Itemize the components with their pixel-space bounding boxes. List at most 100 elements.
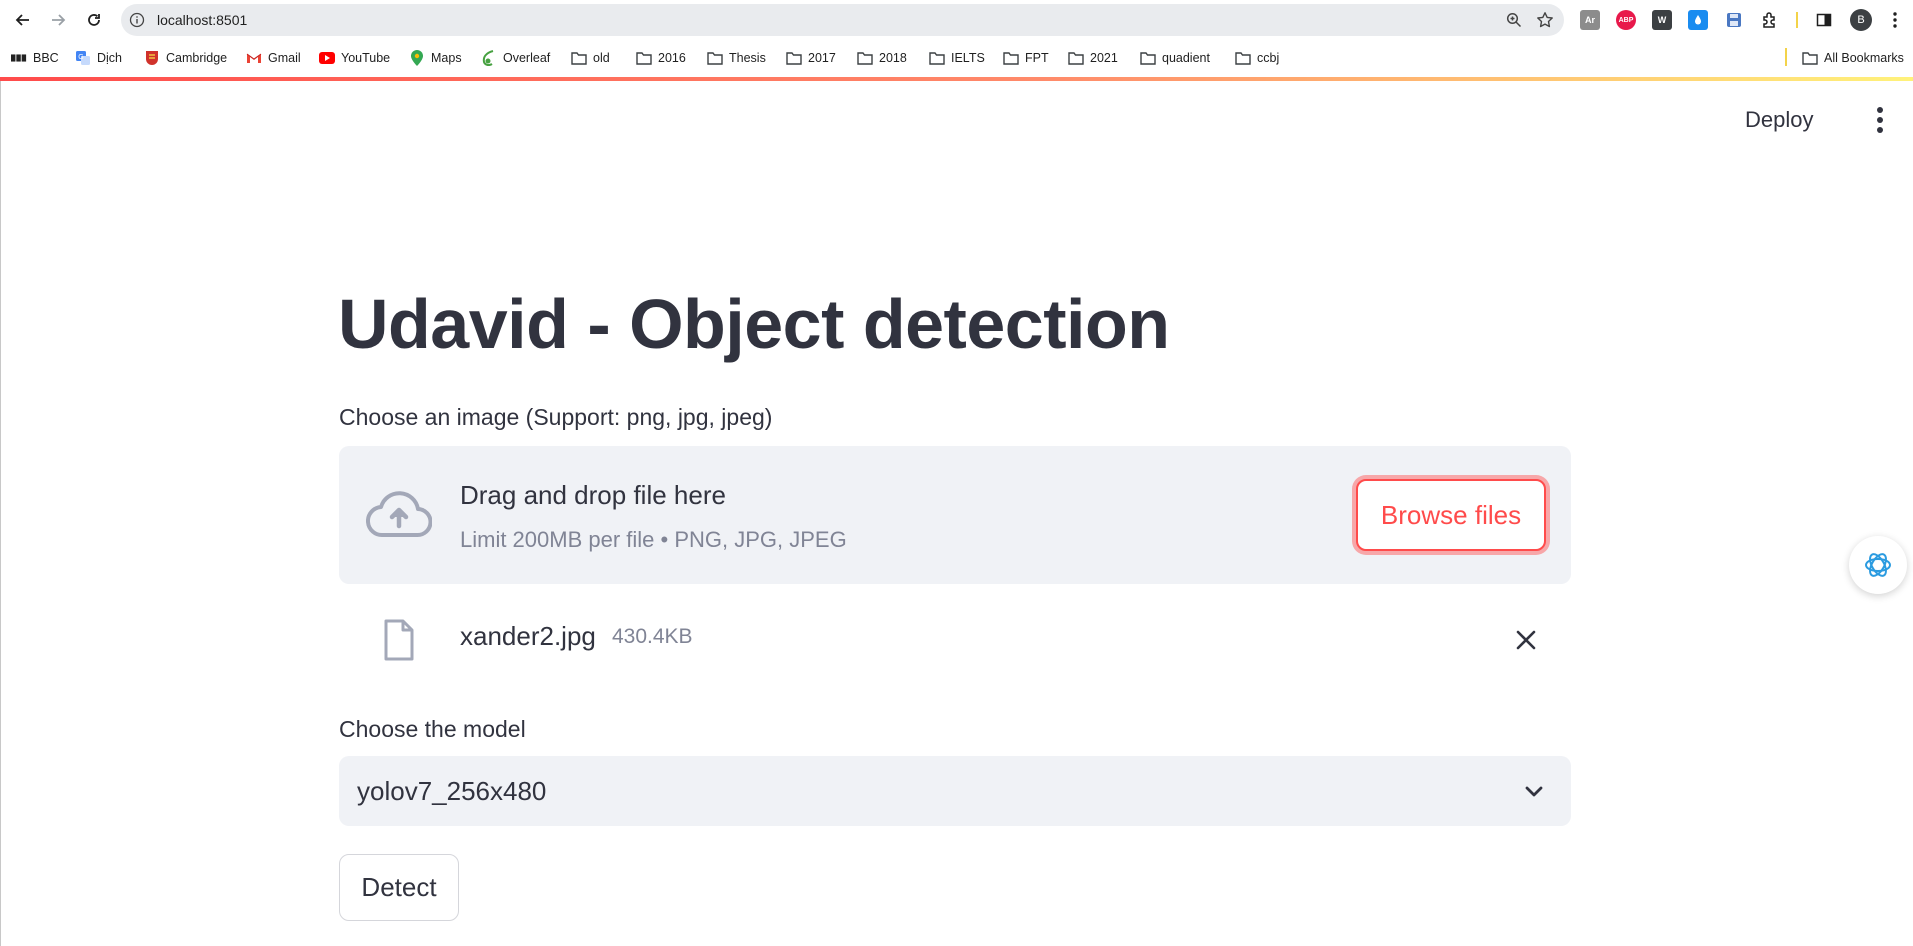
toolbar-separator — [1796, 12, 1798, 28]
folder-icon — [636, 50, 652, 66]
remove-file-button[interactable] — [1510, 624, 1542, 656]
bookmark-label: Overleaf — [503, 51, 551, 65]
bookmark-label: Dịch — [97, 51, 123, 65]
app-decoration-bar — [0, 77, 1913, 81]
app-main-menu-icon[interactable] — [1866, 104, 1894, 136]
close-icon — [1516, 630, 1536, 650]
bookmark-folder-2018[interactable]: 2018 — [857, 49, 907, 67]
detect-button[interactable]: Detect — [339, 854, 459, 921]
address-bar[interactable]: localhost:8501 — [121, 4, 1564, 36]
side-panel-icon[interactable] — [1814, 10, 1834, 30]
bookmark-star-icon[interactable] — [1536, 11, 1554, 29]
overleaf-icon — [481, 50, 497, 66]
bookmark-folder-ielts[interactable]: IELTS — [929, 49, 985, 67]
bookmark-label: BBC — [33, 51, 59, 65]
uploader-label: Choose an image (Support: png, jpg, jpeg… — [339, 404, 773, 430]
bookmark-folder-old[interactable]: old — [571, 49, 610, 67]
window-edge — [0, 81, 1, 946]
chevron-down-icon — [1523, 780, 1545, 802]
site-info-icon[interactable] — [129, 12, 145, 28]
forward-arrow-icon — [52, 14, 66, 26]
model-select[interactable]: yolov7_256x480 — [339, 756, 1571, 826]
folder-icon — [707, 50, 723, 66]
maps-icon — [409, 50, 425, 66]
bookmark-youtube[interactable]: YouTube — [319, 49, 390, 67]
bookmark-dich[interactable]: G Dịch — [75, 49, 122, 67]
bookmark-label: 2016 — [658, 51, 686, 65]
chatgpt-assistant-icon[interactable] — [1849, 536, 1907, 594]
adblock-plus-extension-icon[interactable]: ABP — [1616, 10, 1636, 30]
save-extension-icon[interactable] — [1724, 10, 1744, 30]
zoom-icon[interactable] — [1506, 12, 1522, 28]
back-arrow-icon — [15, 14, 29, 26]
reload-button[interactable] — [82, 8, 106, 32]
bookmark-label: old — [593, 51, 610, 65]
browse-files-button[interactable]: Browse files — [1356, 479, 1546, 551]
model-select-label: Choose the model — [339, 716, 526, 742]
all-bookmarks-button[interactable]: All Bookmarks — [1802, 49, 1904, 67]
forward-button[interactable] — [46, 8, 70, 32]
model-select-value: yolov7_256x480 — [357, 776, 547, 806]
folder-icon — [571, 50, 587, 66]
reload-icon — [88, 14, 100, 26]
acrobat-extension-icon[interactable]: Ar — [1580, 10, 1600, 30]
browser-toolbar: localhost:8501 Ar ABP W B — [0, 0, 1913, 40]
page-title: Udavid - Object detection — [338, 285, 1170, 363]
bookmark-label: IELTS — [951, 51, 985, 65]
bookmark-label: Maps — [431, 51, 462, 65]
folder-icon — [929, 50, 945, 66]
bookmark-label: 2018 — [879, 51, 907, 65]
cloud-upload-icon — [365, 490, 433, 540]
bookmark-label: Cambridge — [166, 51, 228, 65]
bookmark-label: Thesis — [729, 51, 766, 65]
folder-icon — [786, 50, 802, 66]
bookmark-folder-2021[interactable]: 2021 — [1068, 49, 1118, 67]
bookmark-folder-fpt[interactable]: FPT — [1003, 49, 1049, 67]
profile-avatar[interactable]: B — [1850, 9, 1872, 31]
folder-icon — [1140, 50, 1156, 66]
uploaded-file-size: 430.4KB — [612, 625, 693, 648]
bookmark-bbc[interactable]: BBC — [11, 49, 59, 67]
youtube-icon — [319, 50, 335, 66]
url-text: localhost:8501 — [157, 12, 248, 28]
bookmark-label: 2017 — [808, 51, 836, 65]
dropzone-limits: Limit 200MB per file • PNG, JPG, JPEG — [460, 527, 847, 552]
browser-menu-icon[interactable] — [1885, 10, 1905, 30]
extensions-puzzle-icon[interactable] — [1760, 10, 1780, 30]
all-bookmarks-label: All Bookmarks — [1824, 51, 1904, 65]
bookmark-cambridge[interactable]: Cambridge — [144, 49, 227, 67]
svg-text:G: G — [78, 54, 83, 61]
bookmark-overleaf[interactable]: Overleaf — [481, 49, 550, 67]
folder-icon — [1003, 50, 1019, 66]
bookmark-folder-2016[interactable]: 2016 — [636, 49, 686, 67]
bookmark-folder-2017[interactable]: 2017 — [786, 49, 836, 67]
bookmark-label: Gmail — [268, 51, 301, 65]
bookmark-maps[interactable]: Maps — [409, 49, 462, 67]
bookmark-folder-quadient[interactable]: quadient — [1140, 49, 1210, 67]
translate-icon: G — [75, 50, 91, 66]
file-icon — [383, 619, 415, 661]
folder-icon — [857, 50, 873, 66]
bookmarks-separator — [1785, 48, 1787, 66]
dropper-extension-icon[interactable] — [1688, 10, 1708, 30]
bookmark-label: ccbj — [1257, 51, 1280, 65]
w-extension-icon[interactable]: W — [1652, 10, 1672, 30]
folder-icon — [1235, 50, 1251, 66]
folder-icon — [1802, 50, 1818, 66]
gmail-icon — [246, 50, 262, 66]
bookmark-label: FPT — [1025, 51, 1049, 65]
bookmarks-bar: BBC G Dịch Cambridge Gmail YouTube Maps … — [0, 40, 1913, 74]
dropzone-instructions: Drag and drop file here — [460, 480, 726, 510]
back-button[interactable] — [11, 8, 35, 32]
uploaded-file-name: xander2.jpg — [460, 621, 596, 651]
bookmark-label: YouTube — [341, 51, 391, 65]
cambridge-icon — [144, 50, 160, 66]
bookmark-folder-thesis[interactable]: Thesis — [707, 49, 766, 67]
deploy-button[interactable]: Deploy — [1745, 104, 1841, 136]
bookmark-label: 2021 — [1090, 51, 1118, 65]
bbc-icon — [11, 50, 27, 66]
bookmark-folder-ccbj[interactable]: ccbj — [1235, 49, 1279, 67]
folder-icon — [1068, 50, 1084, 66]
bookmark-label: quadient — [1162, 51, 1210, 65]
bookmark-gmail[interactable]: Gmail — [246, 49, 301, 67]
